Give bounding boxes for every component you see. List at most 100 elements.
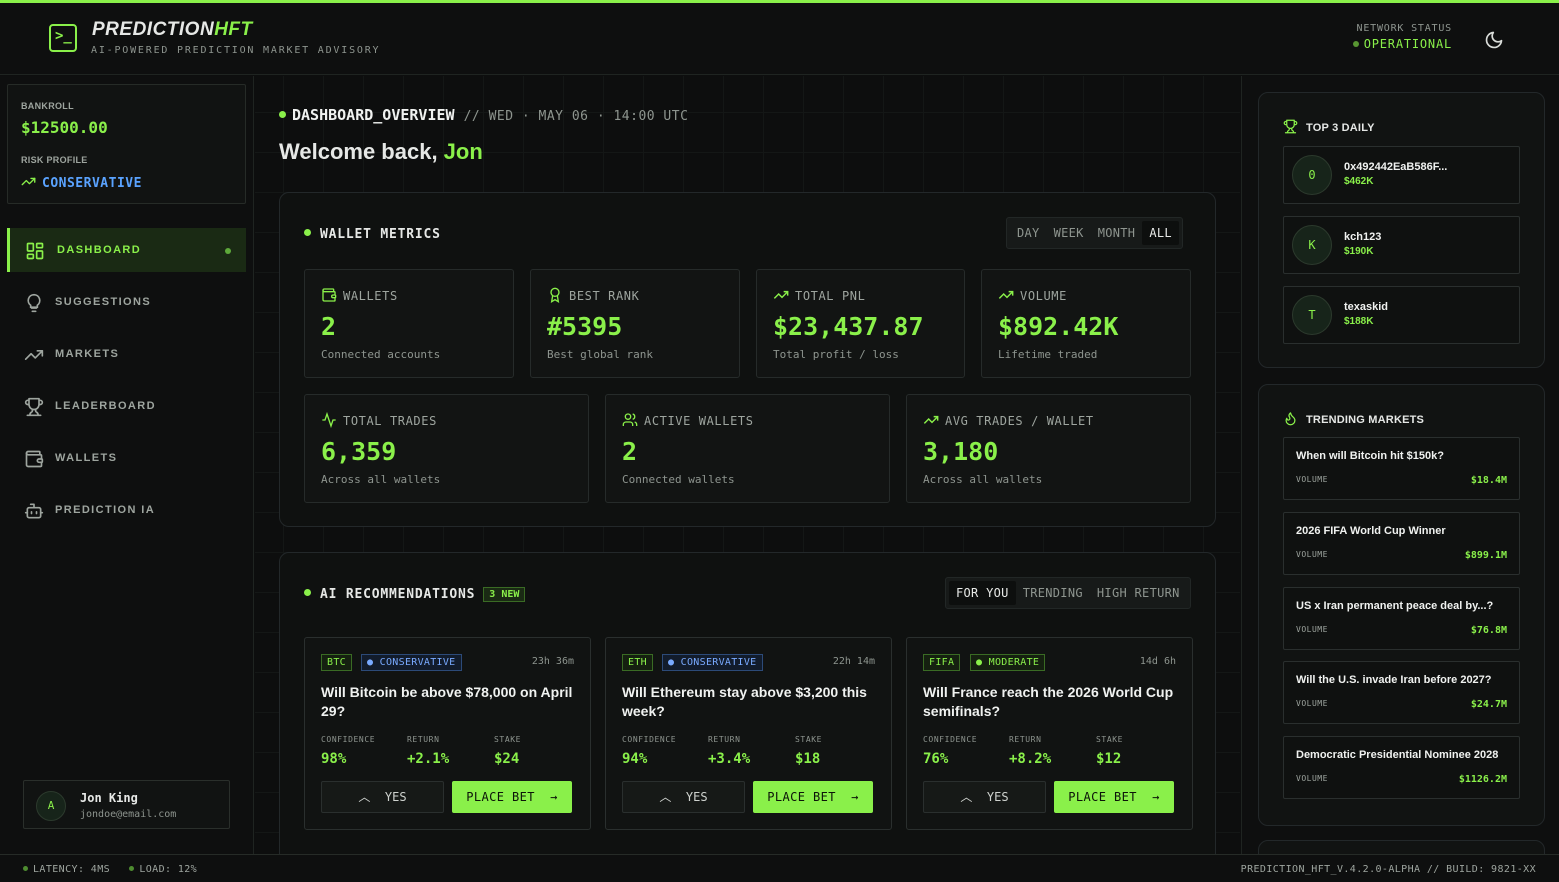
network-status-label: NETWORK STATUS [1356,23,1452,34]
page-title: DASHBOARD_OVERVIEW [292,106,455,124]
risk-tag-text: MODERATE [988,657,1040,668]
metric-value: 2 [622,437,638,466]
leader-item[interactable]: 0 0x492442EaB586F... $462K [1283,146,1520,204]
leader-item[interactable]: T texaskid $188K [1283,286,1520,344]
trophy-icon [1283,119,1298,134]
welcome-prefix: Welcome back, [279,139,444,164]
dashboard-icon [25,241,45,261]
stake-label: STAKE [1096,735,1124,744]
market-item[interactable]: Democratic Presidential Nominee 2028 VOL… [1283,736,1520,799]
sidebar-item-markets[interactable]: MARKETS [7,332,246,376]
sidebar-item-leaderboard[interactable]: LEADERBOARD [7,384,246,428]
recommendation-tabs: FOR YOU TRENDING HIGH RETURN [945,577,1191,609]
metric-value: 2 [321,312,337,341]
sidebar: BANKROLL $12500.00 RISK PROFILE CONSERVA… [0,76,254,854]
active-dot [225,248,231,254]
chevron-up-icon: ︿ [358,790,371,804]
avatar: A [36,791,66,821]
market-question: Will Ethereum stay above $3,200 this wee… [622,684,867,719]
wallet-icon [322,288,337,302]
award-icon [550,287,560,303]
market-item[interactable]: US x Iran permanent peace deal by...? VO… [1283,587,1520,650]
user-profile-card[interactable]: A Jon King jondoe@email.com [23,780,230,829]
range-all[interactable]: ALL [1142,221,1179,245]
tab-for-you[interactable]: FOR YOU [949,581,1016,605]
status-dot [279,111,286,118]
metric-card-avg-trades: AVG TRADES / WALLET 3,180 Across all wal… [906,394,1191,503]
confidence-value: 98% [321,751,347,767]
return-label: RETURN [708,735,741,744]
place-bet-button[interactable]: PLACE BET → [1054,781,1174,813]
place-bet-button[interactable]: PLACE BET → [753,781,873,813]
sidebar-item-dashboard[interactable]: DASHBOARD [7,228,246,272]
recommendation-card[interactable]: FIFA ● MODERATE 14d 6h Will France reach… [906,637,1193,830]
recommendation-card[interactable]: BTC ● CONSERVATIVE 23h 36m Will Bitcoin … [304,637,591,830]
theme-toggle-moon-icon[interactable] [1484,30,1504,50]
arrow-right-icon: → [1152,790,1160,804]
metric-label-text: TOTAL PNL [795,289,866,303]
trending-markets-panel: TRENDING MARKETS When will Bitcoin hit $… [1258,384,1545,826]
market-title: Democratic Presidential Nominee 2028 [1296,749,1499,761]
metric-label: TOTAL TRADES [321,411,437,429]
status-dot [304,589,311,596]
metric-sub: Across all wallets [321,473,441,486]
wallet-metrics-title: WALLET METRICS [304,227,441,242]
latency-stat: LATENCY: 4MS [33,864,111,875]
risk-tag-text: CONSERVATIVE [379,657,456,668]
metric-label-text: WALLETS [343,289,398,303]
place-bet-button[interactable]: PLACE BET → [452,781,572,813]
yes-button[interactable]: ︿ YES [923,781,1046,813]
trophy-icon [24,397,44,417]
brand-part1: PREDICTION [92,19,215,40]
sidebar-item-prediction-ia[interactable]: PREDICTION IA [7,488,246,532]
leader-name: 0x492442EaB586F... [1344,161,1448,173]
sidebar-item-suggestions[interactable]: SUGGESTIONS [7,280,246,324]
sidebar-item-label: DASHBOARD [57,244,142,256]
metric-label-text: TOTAL TRADES [343,414,437,428]
market-item[interactable]: Will the U.S. invade Iran before 2027? V… [1283,661,1520,724]
metric-label: AVG TRADES / WALLET [923,412,1094,428]
tab-high-return[interactable]: HIGH RETURN [1090,581,1187,605]
confidence-label: CONFIDENCE [321,735,376,744]
return-value: +3.4% [708,751,751,767]
status-dot [304,229,311,236]
stake-value: $12 [1096,751,1122,767]
leader-item[interactable]: K kch123 $190K [1283,216,1520,274]
yes-button[interactable]: ︿ YES [622,781,745,813]
new-count-badge: 3 NEW [483,587,526,602]
yes-button[interactable]: ︿ YES [321,781,444,813]
metric-label-text: ACTIVE WALLETS [644,414,754,428]
metric-card-best-rank: BEST RANK #5395 Best global rank [530,269,740,378]
tab-trending[interactable]: TRENDING [1016,581,1090,605]
metric-label: TOTAL PNL [773,287,865,303]
time-remaining: 14d 6h [1139,656,1176,667]
trending-markets-title-text: TRENDING MARKETS [1306,414,1425,426]
wallet-metrics-title-text: WALLET METRICS [320,227,441,242]
system-stats: LATENCY: 4MS LOAD: 12% [23,864,197,875]
risk-profile-text: CONSERVATIVE [42,176,142,191]
range-month[interactable]: MONTH [1091,221,1143,245]
metric-value: 3,180 [923,437,999,466]
brand-part2: HFT [214,19,253,40]
range-day[interactable]: DAY [1010,221,1047,245]
recommendation-card[interactable]: ETH ● CONSERVATIVE 22h 14m Will Ethereum… [605,637,892,830]
metric-sub: Total profit / loss [773,348,899,361]
stake-value: $18 [795,751,821,767]
time-remaining: 23h 36m [531,656,574,667]
metric-card-volume: VOLUME $892.42K Lifetime traded [981,269,1191,378]
market-title: When will Bitcoin hit $150k? [1296,450,1444,462]
trending-markets-title: TRENDING MARKETS [1283,411,1424,426]
sidebar-item-wallets[interactable]: WALLETS [7,436,246,480]
metric-label-text: BEST RANK [569,289,640,303]
tagline: AI-POWERED PREDICTION MARKET ADVISORY [91,45,381,56]
range-week[interactable]: WEEK [1047,221,1091,245]
trending-up-icon [24,345,44,365]
market-item[interactable]: When will Bitcoin hit $150k? VOLUME $18.… [1283,437,1520,500]
user-email: jondoe@email.com [80,809,177,820]
market-item[interactable]: 2026 FIFA World Cup Winner VOLUME $899.1… [1283,512,1520,575]
place-bet-label: PLACE BET [1068,790,1137,804]
confidence-label: CONFIDENCE [923,735,978,744]
sidebar-item-label: MARKETS [55,348,120,360]
volume-label: VOLUME [1296,625,1328,634]
right-sidebar: TOP 3 DAILY 0 0x492442EaB586F... $462K K… [1241,76,1559,854]
